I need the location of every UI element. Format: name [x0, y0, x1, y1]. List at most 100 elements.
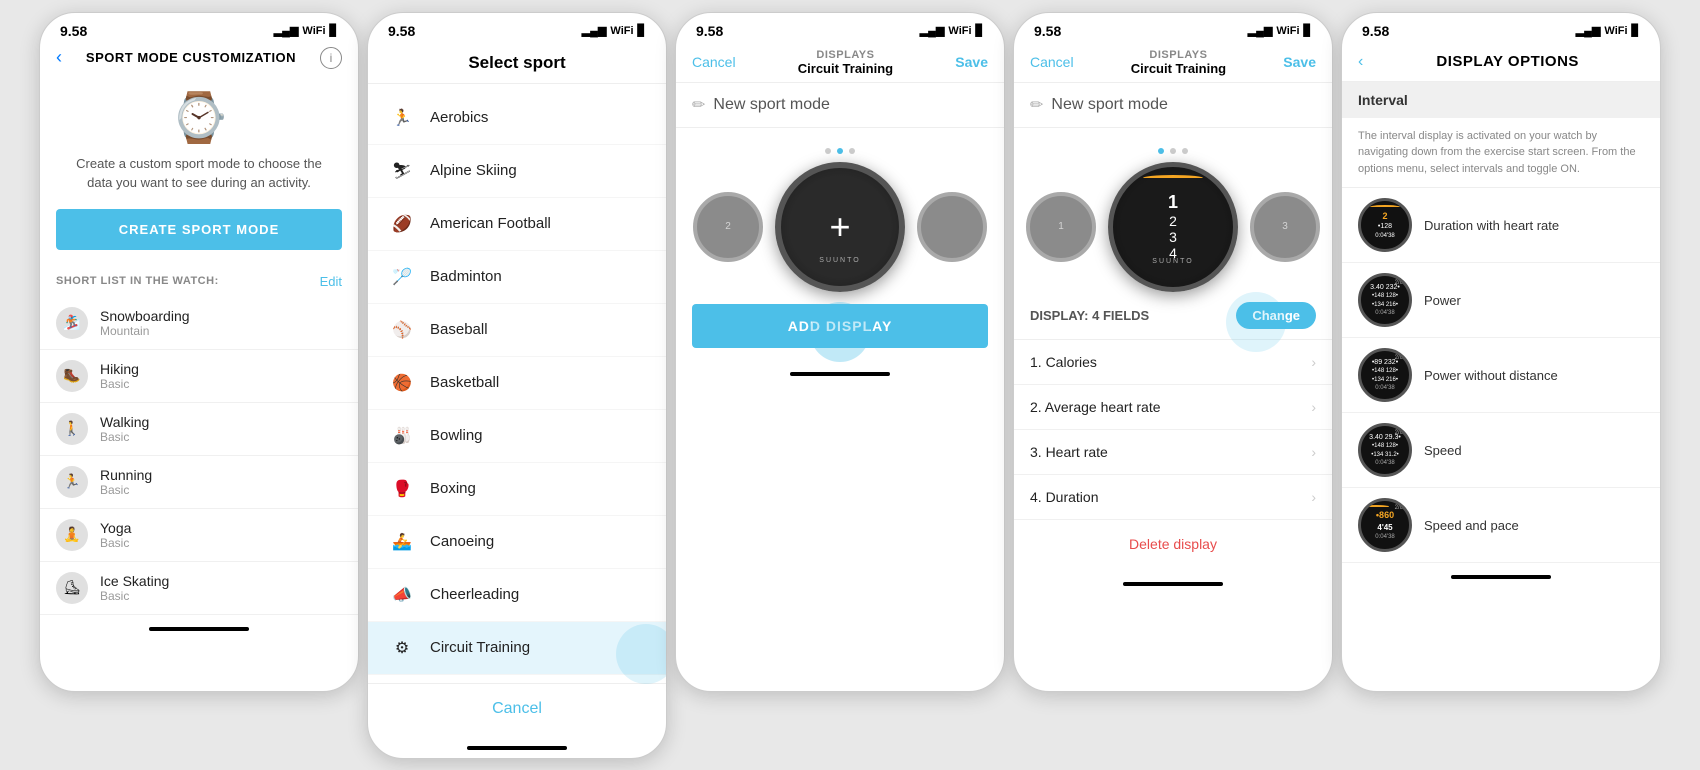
basketball-icon: 🏀 — [388, 369, 416, 397]
dot-3-2 — [837, 148, 843, 154]
sport-select-label: Canoeing — [430, 533, 494, 550]
opt-label-4: Speed — [1424, 443, 1462, 458]
chevron-1: › — [1311, 354, 1316, 370]
screen-select-sport: 9.58 ▂▄▆ WiFi ▊ Select sport 🏃 Aerobics … — [367, 12, 667, 759]
time-2: 9.58 — [388, 23, 415, 39]
delete-display-button[interactable]: Delete display — [1129, 536, 1217, 552]
sport-sub: Basic — [100, 430, 149, 444]
field-name-3: 3. Heart rate — [1030, 444, 1108, 460]
arc-line-4 — [1143, 175, 1203, 181]
watch-face-right-3 — [917, 192, 987, 262]
field-name-2: 2. Average heart rate — [1030, 399, 1161, 415]
circuit-training-label-4: Circuit Training — [1131, 61, 1226, 76]
american-football-icon: 🏈 — [388, 210, 416, 238]
sport-name: Running — [100, 467, 152, 483]
save-3[interactable]: Save — [955, 54, 988, 70]
battery-icon-3: ▊ — [976, 24, 984, 37]
dot-4-2 — [1170, 148, 1176, 154]
cancel-button-2[interactable]: Cancel — [492, 700, 542, 718]
sport-icon-running: 🏃 — [56, 466, 88, 498]
displays-label-3: DISPLAYS — [798, 49, 893, 61]
change-button[interactable]: Change — [1236, 302, 1316, 329]
bowling-icon: 🎳 — [388, 422, 416, 450]
select-sport-title: Select sport — [384, 53, 650, 73]
sport-select-aerobics[interactable]: 🏃 Aerobics — [368, 92, 666, 145]
opt-arc-1 — [1370, 205, 1400, 209]
cancel-3[interactable]: Cancel — [692, 54, 736, 70]
watch-face-left-3: 2 — [693, 192, 763, 262]
interval-desc: The interval display is activated on you… — [1342, 118, 1660, 189]
sport-select-cheerleading[interactable]: 📣 Cheerleading — [368, 569, 666, 622]
sport-select-label: Bowling — [430, 427, 483, 444]
display-option-power[interactable]: 2/6 3.40 232• •148 128• •134 216• 0:04'3… — [1342, 263, 1660, 338]
back-icon-5[interactable]: ‹ — [1358, 53, 1363, 71]
sport-icon-hiking: 🥾 — [56, 360, 88, 392]
cheerleading-icon: 📣 — [388, 581, 416, 609]
save-4[interactable]: Save — [1283, 54, 1316, 70]
plus-icon-3: + — [829, 206, 850, 248]
watch-faces-4: 1 1 2 3 4 SUUNTO 3 — [1014, 162, 1332, 292]
field-item-2[interactable]: 2. Average heart rate › — [1014, 385, 1332, 430]
sport-select-american-football[interactable]: 🏈 American Football — [368, 198, 666, 251]
opt-watch-text-4: 3.40 29.3• •148 128• •134 31.2• 0:04'38 — [1367, 431, 1403, 470]
add-display-button[interactable]: ADD DISPLAY — [692, 304, 988, 348]
alpine-icon: ⛷ — [388, 157, 416, 185]
time-1: 9.58 — [60, 23, 87, 39]
sport-name: Hiking — [100, 361, 139, 377]
opt-label-5: Speed and pace — [1424, 518, 1519, 533]
home-indicator-2 — [467, 746, 567, 750]
display-option-speed-pace[interactable]: 2/6 •860 4'45 0:04'38 Speed and pace — [1342, 488, 1660, 563]
field-name-4: 4. Duration — [1030, 489, 1098, 505]
display-option-duration-hr[interactable]: 2 •128 0:04'38 Duration with heart rate — [1342, 188, 1660, 263]
sport-select-circuit-training[interactable]: ⚙ Circuit Training — [368, 622, 666, 675]
back-icon-1[interactable]: ‹ — [56, 47, 62, 68]
sport-select-bowling[interactable]: 🎳 Bowling — [368, 410, 666, 463]
display-option-speed[interactable]: 2/6 3.40 29.3• •148 128• •134 31.2• 0:04… — [1342, 413, 1660, 488]
field-item-4[interactable]: 4. Duration › — [1014, 475, 1332, 520]
field-item-3[interactable]: 3. Heart rate › — [1014, 430, 1332, 475]
display-opts-title: DISPLAY OPTIONS — [1371, 53, 1644, 70]
ripple-container-3: ADD DISPLAY — [676, 292, 1004, 360]
sport-select-canoeing[interactable]: 🚣 Canoeing — [368, 516, 666, 569]
opt-watch-face-2: 2/6 3.40 232• •148 128• •134 216• 0:04'3… — [1358, 273, 1412, 327]
chevron-3: › — [1311, 444, 1316, 460]
sport-select-boxing[interactable]: 🥊 Boxing — [368, 463, 666, 516]
status-icons-1: ▂▄▆ WiFi ▊ — [274, 24, 338, 37]
display-opts-nav: ‹ DISPLAY OPTIONS — [1342, 43, 1660, 82]
dot-4-1 — [1158, 148, 1164, 154]
shortlist-header: SHORT LIST IN THE WATCH: Edit — [40, 270, 358, 297]
signal-icon-4: ▂▄▆ — [1248, 24, 1273, 37]
time-4: 9.58 — [1034, 23, 1061, 39]
edit-icon-3: ✏ — [692, 95, 705, 115]
watch-face-left-4: 1 — [1026, 192, 1096, 262]
cancel-bar: Cancel — [368, 683, 666, 734]
opt-label-3: Power without distance — [1424, 368, 1558, 383]
nav-bar-1: ‹ SPORT MODE CUSTOMIZATION i — [40, 43, 358, 77]
field-item-1[interactable]: 1. Calories › — [1014, 340, 1332, 385]
edit-button[interactable]: Edit — [320, 274, 342, 289]
ripple-effect — [616, 624, 667, 684]
info-icon-1[interactable]: i — [320, 47, 342, 69]
sport-select-alpine[interactable]: ⛷ Alpine Skiing — [368, 145, 666, 198]
battery-icon-1: ▊ — [330, 24, 338, 37]
sport-icon-yoga: 🧘 — [56, 519, 88, 551]
edit-icon-4: ✏ — [1030, 95, 1043, 115]
display-header-label: DISPLAY: 4 FIELDS — [1030, 308, 1149, 323]
opt-watch-text-2: 3.40 232• •148 128• •134 216• 0:04'38 — [1368, 281, 1402, 320]
list-item: 🏂 Snowboarding Mountain — [40, 297, 358, 350]
display-option-power-no-dist[interactable]: 2/6 •89 232• •148 128• •134 216• 0:04'38… — [1342, 338, 1660, 413]
sport-name: Ice Skating — [100, 573, 169, 589]
create-sport-mode-button[interactable]: CREATE SPORT MODE — [56, 209, 342, 250]
sport-sub: Basic — [100, 377, 139, 391]
badminton-icon: 🏸 — [388, 263, 416, 291]
circuit-training-label-3: Circuit Training — [798, 61, 893, 76]
wifi-icon-2: WiFi — [610, 25, 633, 37]
screen-displays-new: 9.58 ▂▄▆ WiFi ▊ Cancel DISPLAYS Circuit … — [675, 12, 1005, 692]
sport-select-baseball[interactable]: ⚾ Baseball — [368, 304, 666, 357]
opt-label-2: Power — [1424, 293, 1461, 308]
sport-select-basketball[interactable]: 🏀 Basketball — [368, 357, 666, 410]
sport-select-badminton[interactable]: 🏸 Badminton — [368, 251, 666, 304]
opt-watch-text-3: •89 232• •148 128• •134 216• 0:04'38 — [1370, 356, 1400, 395]
cancel-4[interactable]: Cancel — [1030, 54, 1074, 70]
sport-name: Walking — [100, 414, 149, 430]
